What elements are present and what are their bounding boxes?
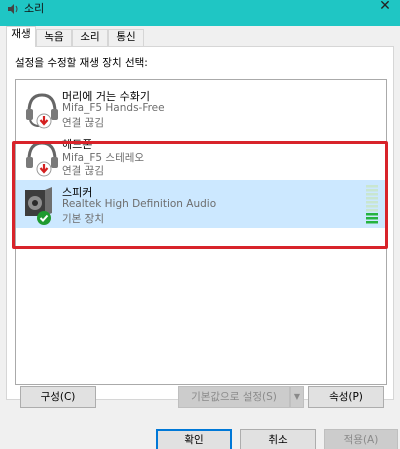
instruction-label: 설정을 수정할 재생 장치 선택: xyxy=(15,57,148,69)
level-segment xyxy=(366,189,378,192)
level-segment xyxy=(366,209,378,212)
headphones-icon xyxy=(26,141,58,177)
tab-recording[interactable]: 녹음 xyxy=(36,29,72,46)
level-segment xyxy=(366,193,378,196)
level-segment xyxy=(366,197,378,200)
ok-button[interactable]: 확인 xyxy=(156,429,232,449)
close-button[interactable]: ✕ xyxy=(376,0,394,14)
configure-button[interactable]: 구성(C) xyxy=(20,386,96,408)
level-segment xyxy=(366,201,378,204)
tab-sounds[interactable]: 소리 xyxy=(72,29,108,46)
apply-button[interactable]: 적용(A) xyxy=(324,429,398,449)
tab-playback[interactable]: 재생 xyxy=(6,26,36,47)
set-default-dropdown-arrow[interactable]: ▼ xyxy=(290,386,304,408)
device-list[interactable]: 머리에 거는 수화기 Mifa_F5 Hands-Free 연결 끊김 헤드폰 … xyxy=(15,79,387,385)
title-bar: 소리 ✕ xyxy=(0,0,400,26)
dialog-body: 재생 녹음 소리 통신 설정을 수정할 재생 장치 선택: 머리에 거는 수화기… xyxy=(0,26,400,449)
disconnected-arrow-icon xyxy=(36,113,52,129)
cancel-button[interactable]: 취소 xyxy=(240,429,316,449)
headset-icon xyxy=(26,93,58,129)
default-check-icon xyxy=(37,211,51,225)
device-description: Realtek High Definition Audio xyxy=(62,198,217,210)
level-segment xyxy=(366,213,378,216)
level-segment xyxy=(366,217,378,220)
tab-communications[interactable]: 통신 xyxy=(108,29,144,46)
properties-button[interactable]: 속성(P) xyxy=(308,386,384,408)
device-status: 기본 장치 xyxy=(62,213,104,225)
set-default-button[interactable]: 기본값으로 설정(S) xyxy=(178,386,290,408)
device-item-headset[interactable]: 머리에 거는 수화기 Mifa_F5 Hands-Free 연결 끊김 xyxy=(16,84,386,132)
speaker-icon xyxy=(25,187,52,225)
level-segment xyxy=(366,185,378,188)
window-title: 소리 xyxy=(24,2,45,15)
playback-panel: 설정을 수정할 재생 장치 선택: 머리에 거는 수화기 Mifa_F5 Han… xyxy=(6,46,394,400)
device-item-headphones[interactable]: 헤드폰 Mifa_F5 스테레오 연결 끊김 xyxy=(16,132,386,180)
volume-level-meter xyxy=(366,185,378,224)
device-item-speaker[interactable]: 스피커 Realtek High Definition Audio 기본 장치 xyxy=(16,180,386,228)
speaker-app-icon xyxy=(8,4,18,14)
level-segment xyxy=(366,221,378,224)
disconnected-arrow-icon xyxy=(36,161,52,177)
level-segment xyxy=(366,205,378,208)
device-status: 연결 끊김 xyxy=(62,165,104,177)
device-description: Mifa_F5 Hands-Free xyxy=(62,102,165,114)
device-status: 연결 끊김 xyxy=(62,117,104,129)
